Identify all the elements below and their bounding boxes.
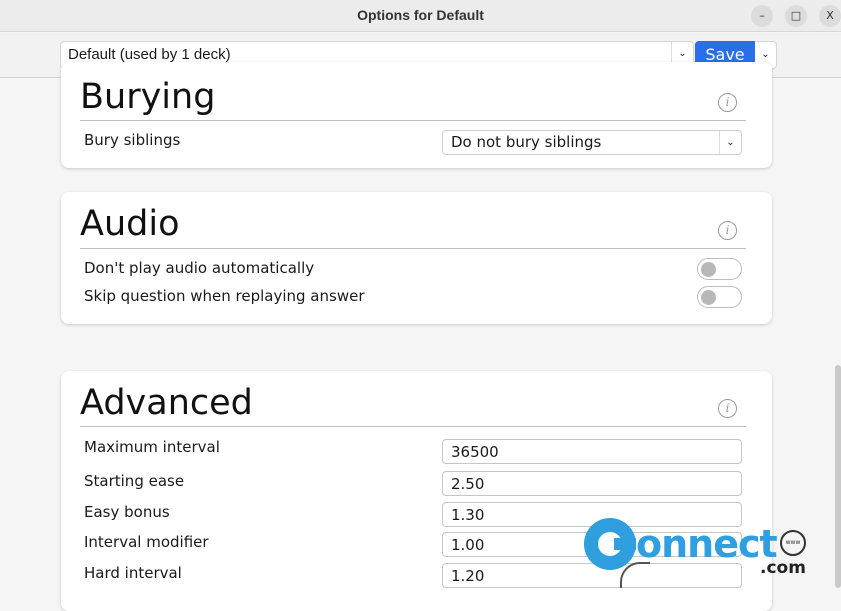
- minimize-icon: –: [759, 9, 765, 22]
- starting-ease-label: Starting ease: [84, 472, 185, 490]
- skip-question-toggle[interactable]: [697, 286, 742, 308]
- maximize-button[interactable]: □: [785, 5, 807, 27]
- toggle-knob: [701, 290, 716, 305]
- easy-bonus-label: Easy bonus: [84, 503, 170, 521]
- info-icon[interactable]: i: [718, 93, 737, 112]
- chevron-down-icon: ⌄: [761, 49, 770, 60]
- bury-siblings-select[interactable]: Do not bury siblings ⌄: [442, 130, 742, 155]
- burying-section: Burying i Bury siblings Do not bury sibl…: [61, 62, 772, 168]
- close-icon: X: [826, 9, 834, 22]
- toggle-knob: [701, 262, 716, 277]
- close-button[interactable]: X: [819, 5, 841, 27]
- maximize-icon: □: [790, 9, 802, 22]
- dont-play-audio-label: Don't play audio automatically: [84, 259, 315, 277]
- section-title: Burying: [80, 77, 216, 117]
- info-icon[interactable]: i: [718, 221, 737, 240]
- divider: [80, 248, 746, 249]
- maximum-interval-label: Maximum interval: [84, 438, 220, 456]
- section-title: Audio: [80, 204, 180, 244]
- starting-ease-input[interactable]: [442, 471, 742, 496]
- advanced-section: Advanced i Maximum interval Starting eas…: [61, 371, 772, 611]
- divider: [80, 120, 746, 121]
- section-title: Advanced: [80, 383, 253, 423]
- interval-modifier-label: Interval modifier: [84, 533, 209, 551]
- interval-modifier-input[interactable]: [442, 532, 742, 557]
- chevron-down-icon: ⌄: [719, 131, 741, 154]
- preset-value: Default (used by 1 deck): [68, 46, 231, 63]
- info-icon[interactable]: i: [718, 399, 737, 418]
- audio-section: Audio i Don't play audio automatically S…: [61, 192, 772, 324]
- hard-interval-input[interactable]: [442, 563, 742, 588]
- globe-icon: www: [780, 530, 806, 556]
- scrollbar[interactable]: [835, 365, 841, 588]
- minimize-button[interactable]: –: [751, 5, 773, 27]
- bury-siblings-value: Do not bury siblings: [451, 133, 602, 151]
- maximum-interval-input[interactable]: [442, 439, 742, 464]
- skip-question-label: Skip question when replaying answer: [84, 287, 365, 305]
- title-bar: Options for Default – □ X: [0, 0, 841, 32]
- hard-interval-label: Hard interval: [84, 564, 182, 582]
- easy-bonus-input[interactable]: [442, 502, 742, 527]
- dont-play-audio-toggle[interactable]: [697, 258, 742, 280]
- window-title: Options for Default: [357, 7, 484, 23]
- bury-siblings-label: Bury siblings: [84, 131, 181, 149]
- divider: [80, 426, 746, 427]
